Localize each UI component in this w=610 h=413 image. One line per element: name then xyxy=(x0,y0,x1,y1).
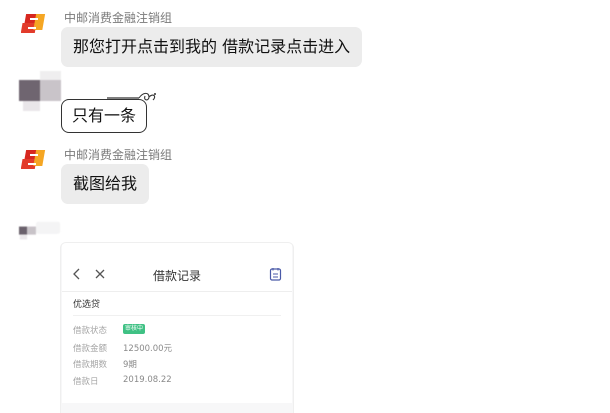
screenshot-image[interactable]: 借款记录 优选贷 借款状态 审核中 借款金额 12500.00元 借款期数 9期… xyxy=(60,242,294,413)
divider xyxy=(62,291,292,292)
chat-window: 中邮消费金融注销组 那您打开点击到我的 借款记录点击进入 只有一条 中邮消费金融… xyxy=(0,0,610,413)
row-value: 12500.00元 xyxy=(123,344,173,354)
row-label: 借款金额 xyxy=(73,344,108,354)
row-value: 2019.08.22 xyxy=(123,375,172,385)
avatar-brand-logo-icon[interactable] xyxy=(21,145,51,175)
row-label: 借款状态 xyxy=(73,326,108,336)
message-bubble[interactable]: 只有一条 xyxy=(61,99,148,133)
avatar-blurred[interactable] xyxy=(19,71,61,113)
sender-name: 中邮消费金融注销组 xyxy=(64,11,173,25)
document-icon xyxy=(269,268,282,281)
row-value: 9期 xyxy=(123,360,137,370)
avatar-brand-logo-icon[interactable] xyxy=(21,9,51,39)
message-bubble[interactable]: 截图给我 xyxy=(61,164,150,204)
sender-name: 中邮消费金融注销组 xyxy=(64,148,173,162)
row-label: 借款日 xyxy=(73,377,99,387)
status-badge: 审核中 xyxy=(123,324,146,334)
screenshot-title: 借款记录 xyxy=(152,269,201,283)
message-bubble[interactable]: 那您打开点击到我的 借款记录点击进入 xyxy=(61,27,363,67)
divider xyxy=(73,315,281,316)
avatar-blurred[interactable] xyxy=(19,210,61,252)
screenshot-content: 借款记录 优选贷 借款状态 审核中 借款金额 12500.00元 借款期数 9期… xyxy=(62,243,292,403)
row-label: 借款期数 xyxy=(73,360,108,370)
screenshot-section-title: 优选贷 xyxy=(73,300,101,310)
